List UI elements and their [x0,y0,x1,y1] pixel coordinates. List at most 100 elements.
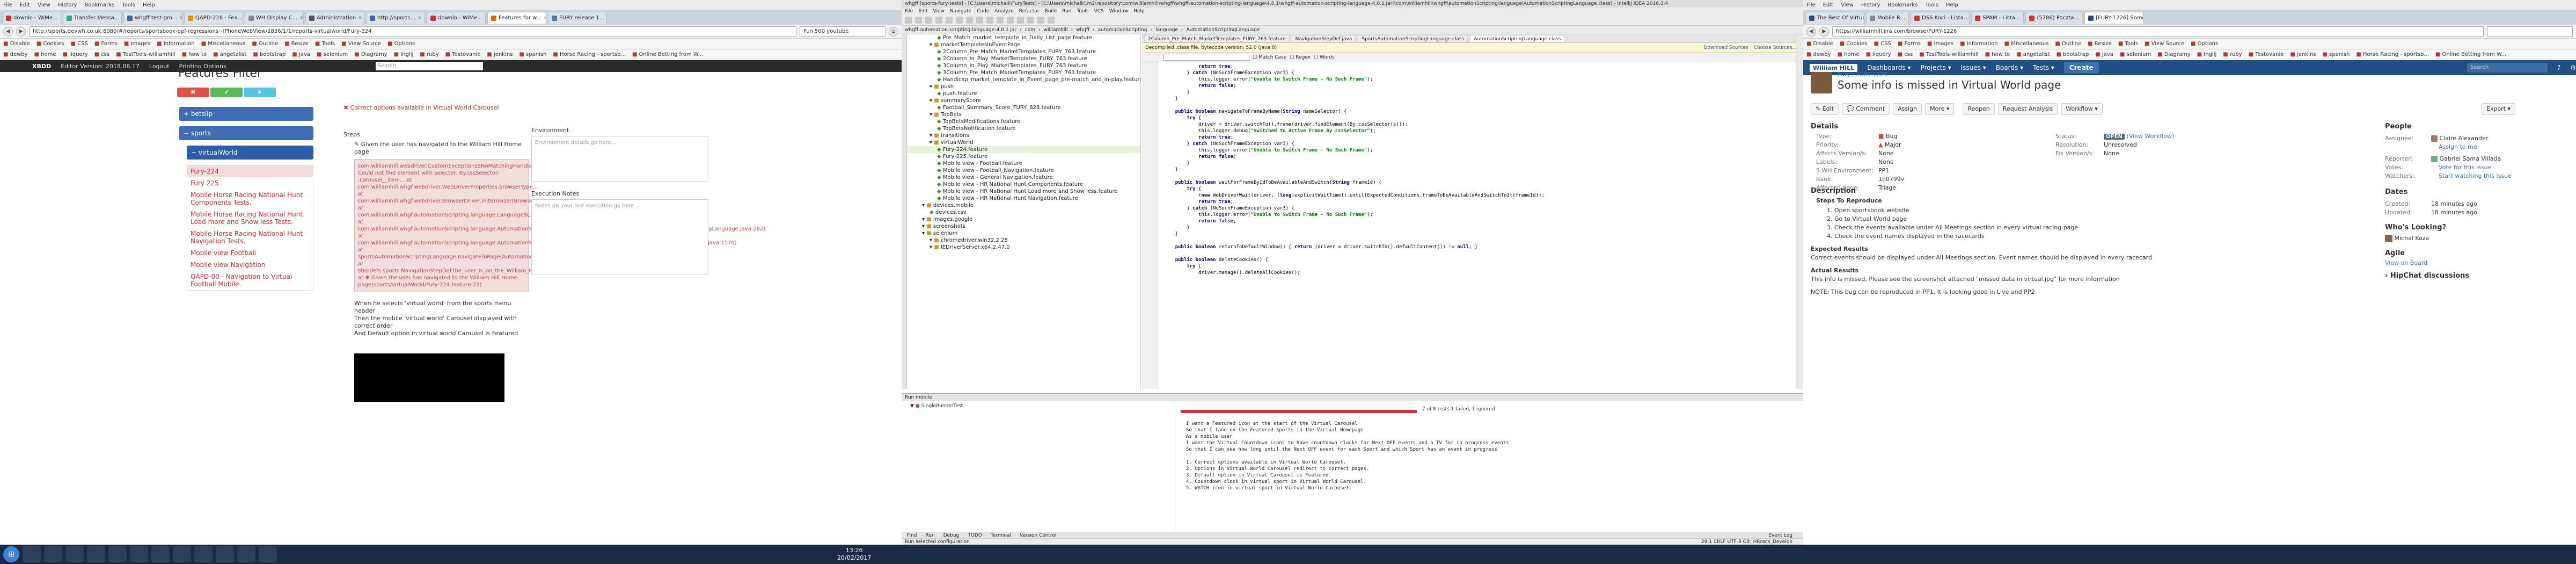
browser-tab[interactable]: http://sports... ✕ [366,12,425,24]
bookmark-item[interactable]: ■ Java [292,52,310,57]
taskbar-app-1[interactable] [23,546,41,562]
ide-menu-code[interactable]: Code [977,9,989,14]
feature-list-item[interactable]: Fury-224 [187,165,313,177]
tab-1[interactable]: The Best Of Virtual... [1805,12,1864,24]
back-icon[interactable]: ◀ [1806,26,1816,37]
ide-menu-view[interactable]: View [933,9,945,14]
expand-arrow-icon[interactable]: ▾ [930,133,934,139]
taskbar-app-3[interactable] [65,546,84,562]
who-looking-user[interactable]: Michal Koza [2385,234,2429,243]
ide-menu-file[interactable]: File [905,9,913,14]
words-checkbox[interactable]: ☐ Words [1314,55,1335,60]
save-icon[interactable] [905,17,912,24]
event-log-tab[interactable]: Event Log [1768,533,1792,538]
tree-file[interactable]: ◆ Fury-224.feature [907,146,1140,153]
taskbar-app-8[interactable] [173,546,191,562]
breadcrumb-item[interactable]: automationScripting [1098,27,1147,33]
bookmark-item[interactable]: ■ bootstrap [253,52,286,57]
bookmark-item[interactable]: ■ home [1838,52,1860,57]
tab-4[interactable]: SPAM - Lista... [1971,12,2024,24]
expand-arrow-icon[interactable]: ▾ [930,98,934,104]
bookmark-item[interactable]: ■ Diagramy [2157,52,2190,57]
browser-tab[interactable]: WH Display C... ✕ [245,12,304,24]
tab-close-icon[interactable]: ✕ [485,16,486,21]
tab-close-icon[interactable]: ✕ [544,16,546,21]
tree-file[interactable]: ◆ Fury-225.feature [907,153,1140,160]
bookmark-item[interactable]: ■ Horse Racing - sportsb... [553,52,626,57]
bookmark-item[interactable]: ■ spanish [2322,52,2350,57]
environment-textarea[interactable]: Environment details go here... [531,136,708,182]
execution-notes-textarea[interactable]: Notes on your last execution go here... [531,199,708,274]
expand-arrow-icon[interactable]: ▾ [922,216,926,222]
jira-nav-dashboards[interactable]: Dashboards ▾ [1867,64,1911,71]
bookmark-item[interactable]: ■ Java [2095,52,2113,57]
editor-tab[interactable]: 2Column_Pre_Match_MarketTemplates_FURY_7… [1144,34,1290,42]
bookmark-item[interactable]: ■ home [34,52,56,57]
forward-icon[interactable]: ▶ [16,26,26,37]
bookmark-item[interactable]: ■ Resize [284,41,309,47]
filter-failed-button[interactable]: ✖ [177,88,209,97]
bookmark-item[interactable]: ■ Inglij [394,52,414,57]
browser-tab[interactable]: downlo - WiMe...✕ [427,12,486,24]
settings-icon[interactable]: ⚙ [2570,64,2576,71]
match-case-checkbox[interactable]: ☐ Match Case [1253,55,1286,60]
address-bar-right[interactable]: https://williamhill.jira.com/browse/FURY… [1832,26,2484,37]
breadcrumb-item[interactable]: language [1155,27,1178,33]
editor-tab[interactable]: NavigationStepDef.java [1291,34,1356,42]
tree-file[interactable]: ◆ 2Column_In_Play_MarketTemplates_FURY_7… [907,55,1140,62]
browser-tab[interactable]: QAPD-228 - Fea...✕ [184,12,243,24]
tree-file[interactable]: ◆ devices.csv [907,209,1140,216]
view-workflow-link[interactable]: (View Workflow) [2125,133,2175,140]
ide-menu-window[interactable]: Window [1109,9,1129,14]
taskbar-app-10[interactable] [216,546,234,562]
breadcrumb-item[interactable]: williamhill [1044,27,1068,33]
tree-folder[interactable]: ▾ ■ devices.mobile [907,202,1140,209]
menu-help[interactable]: Help [1946,2,1958,8]
ide-menu-help[interactable]: Help [1133,9,1145,14]
op-reopen-button[interactable]: Reopen [1963,103,1995,115]
copy-icon[interactable] [956,17,963,24]
tree-file[interactable]: ◆ Mobile view - General Navigation.featu… [907,174,1140,181]
tree-node-virtualworld[interactable]: − virtualWorld [187,146,313,160]
bookmark-item[interactable]: ■ dewby [1806,52,1831,57]
ide-menu-build[interactable]: Build [1045,9,1057,14]
expand-arrow-icon[interactable]: ▾ [930,84,934,90]
expand-arrow-icon[interactable]: ▾ [922,203,926,208]
browser-tab[interactable]: whgff test-gm...✕ [123,12,182,24]
breadcrumb-item[interactable]: AutomationScriptingLanguage [1187,27,1260,33]
tree-folder[interactable]: ▾ ■ marketTemplatesInEventPage [907,41,1140,48]
bookmark-item[interactable]: ■ jenkins [487,52,513,57]
address-bar[interactable]: http://sports.devwh.co.uk:8080/#/reports… [29,26,796,37]
tab-2[interactable]: Mobile R... [1866,12,1909,24]
bookmark-item[interactable]: ■ Disable [3,41,30,47]
expand-arrow-icon[interactable]: ▾ [930,112,934,118]
tab-5[interactable]: (5786) Poczta... [2025,12,2083,24]
build-icon[interactable] [1017,17,1024,24]
taskbar-app-6[interactable] [130,546,148,562]
tree-file[interactable]: ◆ Pre_Match_market_template_in_Daily_Lis… [907,34,1140,41]
feature-list-item[interactable]: Mobile view Football [187,247,313,259]
debug-icon[interactable] [1037,17,1044,24]
redo-icon[interactable] [935,17,942,24]
bookmark-item[interactable]: ■ Testovanie [2249,52,2284,57]
jira-nav-issues[interactable]: Issues ▾ [1961,64,1986,71]
expand-arrow-icon[interactable]: ▾ [930,237,934,243]
forward-icon[interactable]: ▶ [1819,26,1829,37]
tool-tab-version-control[interactable]: Version Control [1020,533,1057,538]
code-text[interactable]: return true; } catch (NoSuchFrameExcepti… [1163,63,1545,276]
menu-history[interactable]: History [58,2,77,8]
bookmark-item[interactable]: ■ TestTools-williamhill [1919,52,1978,57]
bookmark-item[interactable]: ■ how to [1985,52,2010,57]
watch-link[interactable]: Start watching this issue [2439,172,2512,180]
back-icon[interactable]: ◀ [3,26,13,37]
menu-file[interactable]: File [1806,2,1816,8]
bookmark-item[interactable]: ■ Information [157,41,195,47]
taskbar-app-5[interactable] [108,546,127,562]
menu-bookmarks[interactable]: Bookmarks [84,2,114,8]
browser-tab[interactable]: Transfer Messa...✕ [63,12,122,24]
menu-history[interactable]: History [1861,2,1880,8]
taskbar-clock[interactable]: 13:26 20/02/2017 [837,547,871,562]
back-icon[interactable] [997,17,1004,24]
find-icon[interactable] [976,17,983,24]
tree-folder[interactable]: ▾ ■ virtualWorld [907,139,1140,146]
